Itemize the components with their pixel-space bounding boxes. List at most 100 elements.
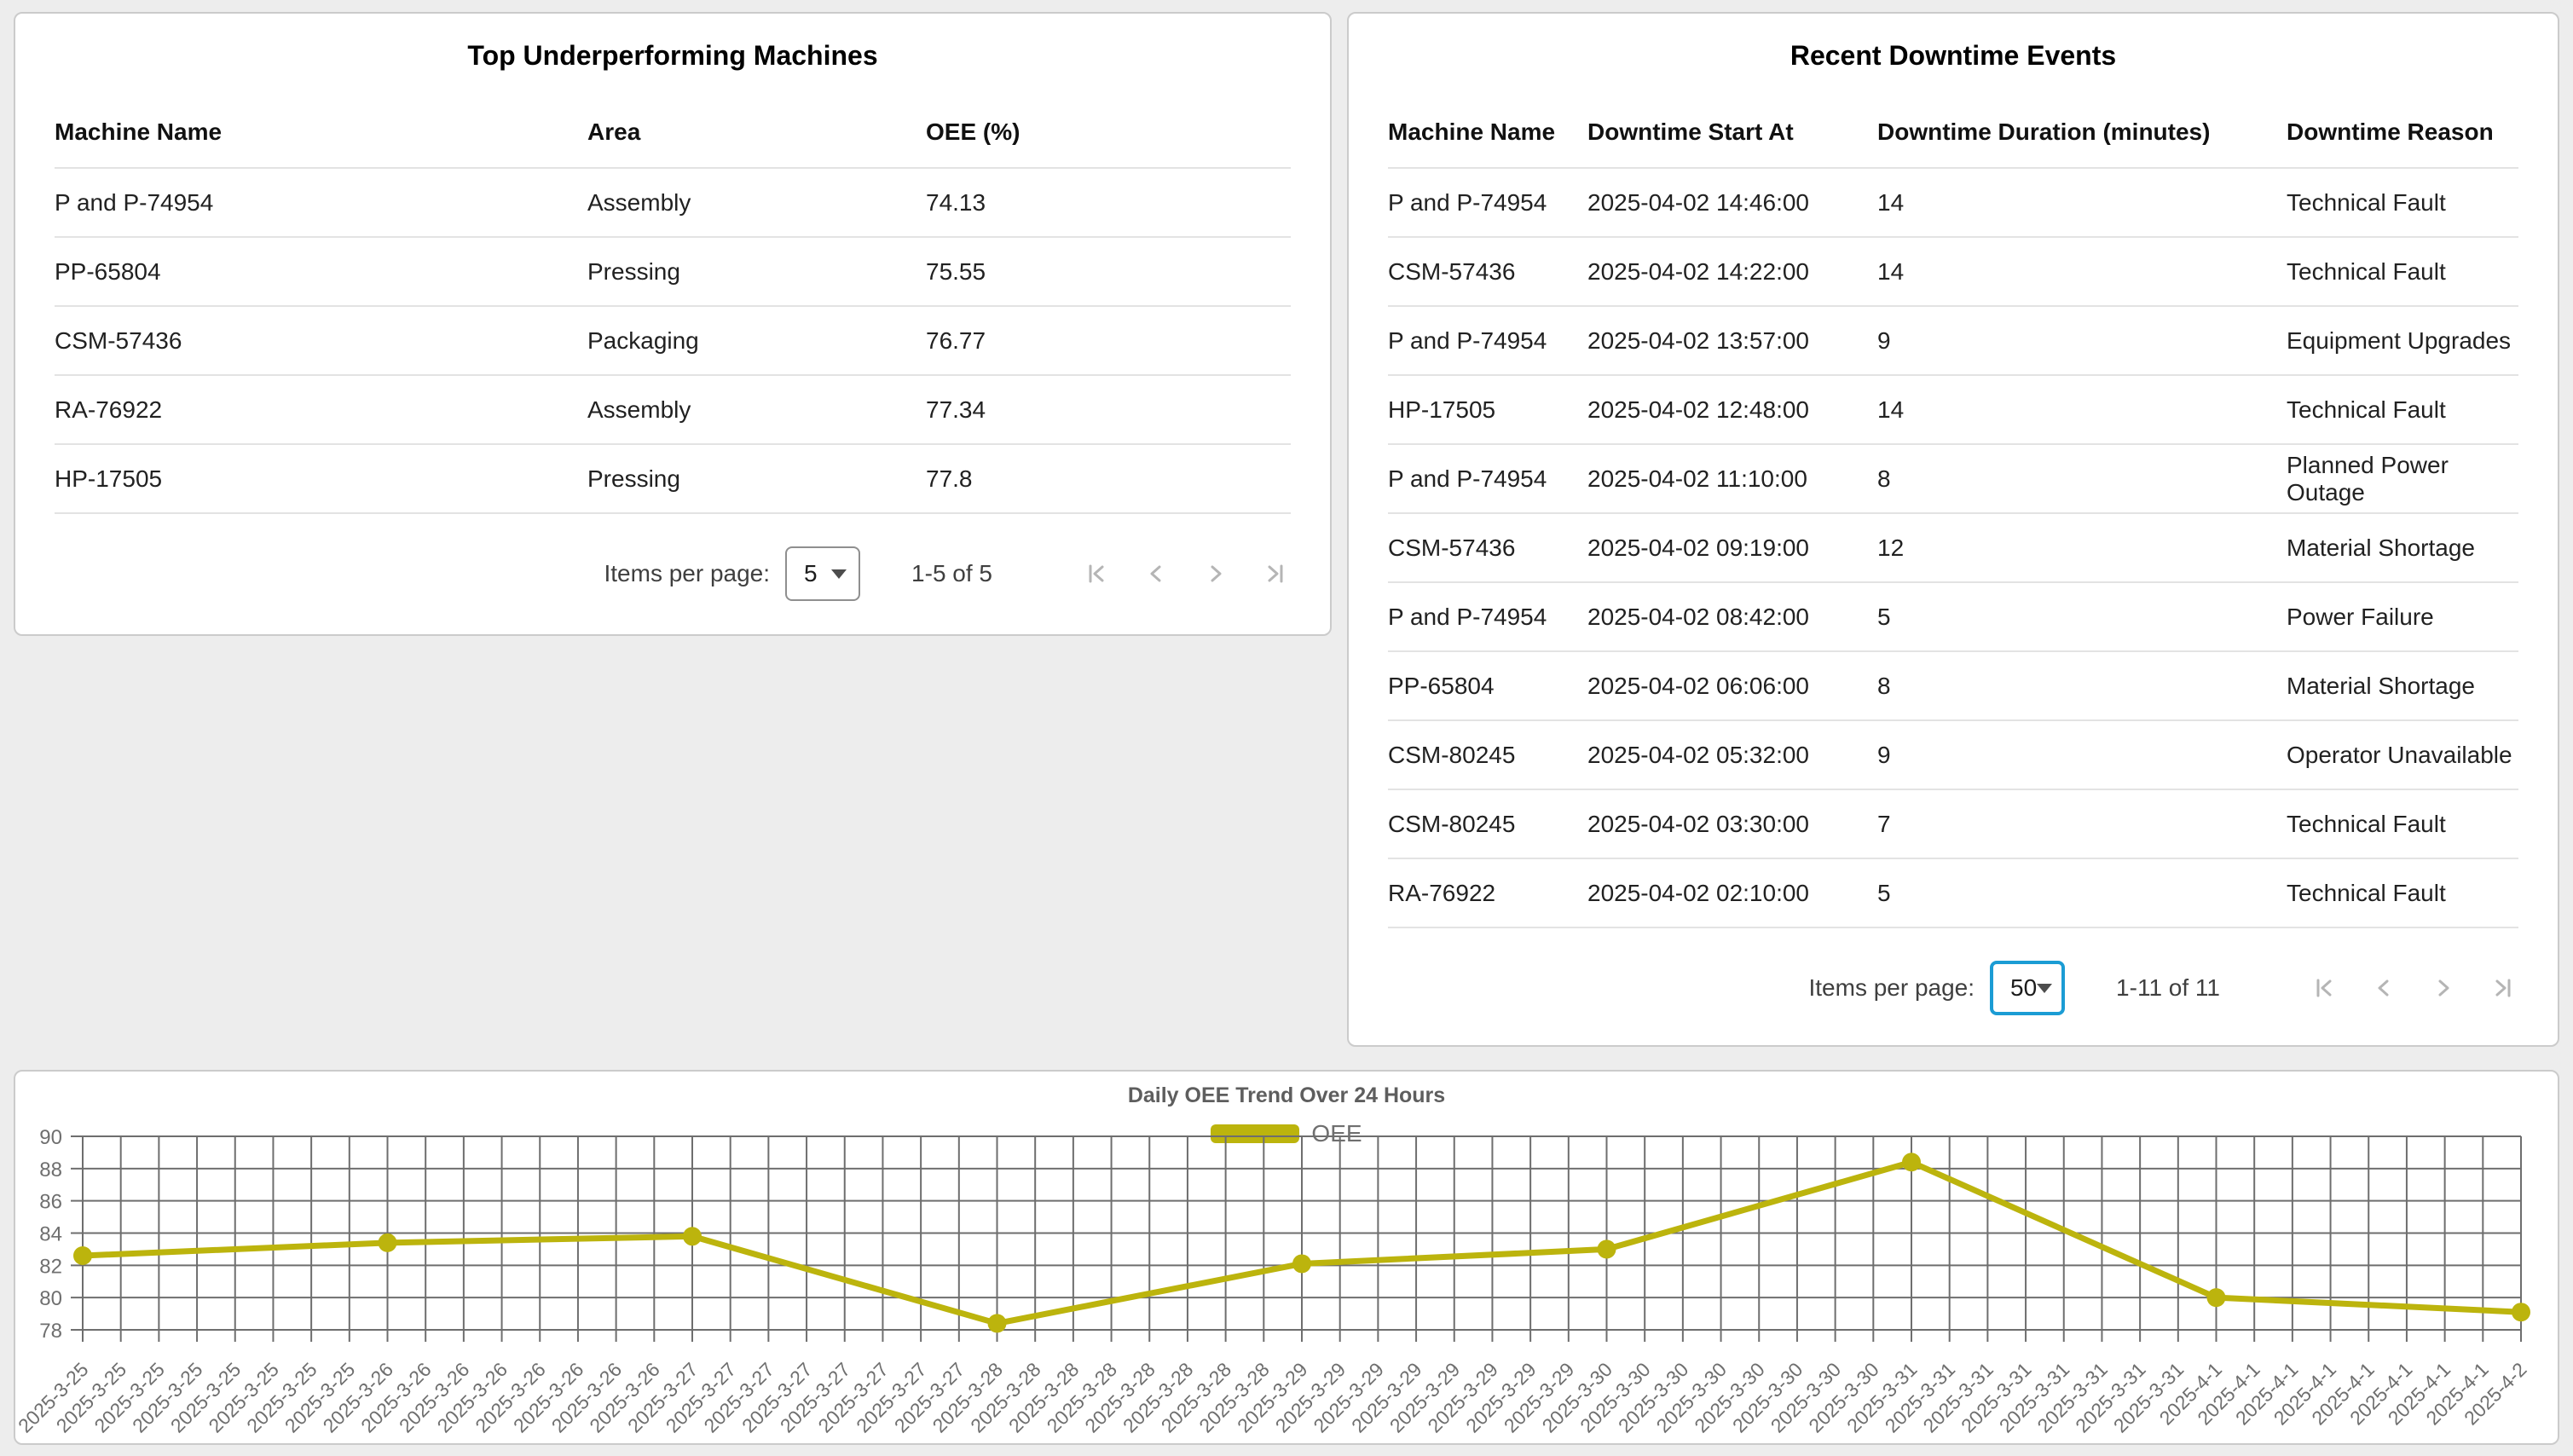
table-cell: Technical Fault [2287, 880, 2518, 907]
data-point-marker [2512, 1303, 2530, 1321]
table-cell: Technical Fault [2287, 189, 2518, 217]
data-point-marker [379, 1234, 397, 1252]
table-cell: 2025-04-02 14:22:00 [1587, 258, 1877, 286]
items-per-page-select[interactable]: 50 [1990, 961, 2065, 1015]
chevron-left-icon [1141, 558, 1171, 589]
table-cell: 14 [1877, 396, 2287, 424]
column-header: Machine Name [1388, 118, 1587, 146]
column-header: Downtime Reason [2287, 118, 2518, 146]
table-cell: 74.13 [926, 189, 1291, 217]
table-cell: CSM-57436 [1388, 258, 1587, 286]
table-cell: 9 [1877, 327, 2287, 355]
table-cell: Material Shortage [2287, 534, 2518, 562]
data-point-marker [73, 1246, 92, 1265]
daily-oee-trend-panel: Daily OEE Trend Over 24 Hours OEE 788082… [14, 1070, 2559, 1445]
panel-title: Top Underperforming Machines [15, 14, 1330, 70]
table-cell: PP-65804 [55, 258, 587, 286]
table-cell: Pressing [587, 465, 926, 493]
table-row: RA-76922Assembly77.34 [55, 376, 1291, 445]
table-cell: 2025-04-02 12:48:00 [1587, 396, 1877, 424]
table-body: P and P-74954Assembly74.13PP-65804Pressi… [55, 169, 1291, 514]
items-per-page-label: Items per page: [1808, 974, 1975, 1002]
table-cell: P and P-74954 [1388, 465, 1587, 493]
table-row: P and P-749542025-04-02 11:10:008Planned… [1388, 445, 2518, 514]
first-page-icon [1081, 558, 1112, 589]
table-cell: CSM-80245 [1388, 811, 1587, 838]
data-point-marker [2207, 1288, 2226, 1307]
table-cell: 77.8 [926, 465, 1291, 493]
table-cell: Assembly [587, 189, 926, 217]
top-underperforming-machines-panel: Top Underperforming Machines Machine Nam… [14, 12, 1332, 636]
table-cell: P and P-74954 [1388, 327, 1587, 355]
table-cell: Packaging [587, 327, 926, 355]
next-page-button[interactable] [1200, 558, 1231, 589]
table-cell: 8 [1877, 673, 2287, 700]
table-cell: 2025-04-02 05:32:00 [1587, 742, 1877, 769]
table-cell: 8 [1877, 465, 2287, 493]
previous-page-button[interactable] [2368, 973, 2399, 1003]
last-page-button[interactable] [2488, 973, 2518, 1003]
table-body: P and P-749542025-04-02 14:46:0014Techni… [1388, 169, 2518, 928]
column-header: Machine Name [55, 118, 587, 146]
oee-trend-chart: 788082848688902025-3-252025-3-252025-3-2… [15, 1072, 2556, 1442]
table-row: CSM-574362025-04-02 14:22:0014Technical … [1388, 238, 2518, 307]
caret-down-icon [831, 569, 847, 579]
page-range-label: 1-11 of 11 [2116, 974, 2220, 1002]
y-axis-tick-label: 78 [39, 1320, 62, 1343]
table-cell: PP-65804 [1388, 673, 1587, 700]
data-point-marker [988, 1314, 1007, 1332]
table-row: RA-769222025-04-02 02:10:005Technical Fa… [1388, 859, 2518, 928]
table-cell: P and P-74954 [55, 189, 587, 217]
y-axis-tick-label: 82 [39, 1255, 62, 1278]
table-cell: 12 [1877, 534, 2287, 562]
table-row: CSM-802452025-04-02 03:30:007Technical F… [1388, 790, 2518, 859]
data-point-marker [1598, 1239, 1616, 1258]
y-axis-tick-label: 86 [39, 1191, 62, 1214]
data-point-marker [1902, 1153, 1921, 1171]
table-row: CSM-802452025-04-02 05:32:009Operator Un… [1388, 721, 2518, 790]
panel-title: Recent Downtime Events [1349, 14, 2558, 70]
table-cell: CSM-57436 [1388, 534, 1587, 562]
y-axis-tick-label: 88 [39, 1158, 62, 1182]
table-cell: 14 [1877, 189, 2287, 217]
table-row: CSM-57436Packaging76.77 [55, 307, 1291, 376]
table-cell: 2025-04-02 13:57:00 [1587, 327, 1877, 355]
items-per-page-value: 50 [2010, 974, 2037, 1002]
last-page-button[interactable] [1260, 558, 1291, 589]
table-cell: Assembly [587, 396, 926, 424]
table-cell: HP-17505 [1388, 396, 1587, 424]
table-cell: Planned Power Outage [2287, 452, 2518, 506]
table-row: HP-17505Pressing77.8 [55, 445, 1291, 514]
data-point-marker [1292, 1254, 1311, 1273]
table-cell: 2025-04-02 14:46:00 [1587, 189, 1877, 217]
column-header: Downtime Start At [1587, 118, 1877, 146]
caret-down-icon [2037, 984, 2052, 993]
table-cell: Technical Fault [2287, 811, 2518, 838]
table-cell: Operator Unavailable [2287, 742, 2518, 769]
table-row: P and P-749542025-04-02 08:42:005Power F… [1388, 583, 2518, 652]
table-cell: Equipment Upgrades [2287, 327, 2518, 355]
last-page-icon [2488, 973, 2518, 1003]
items-per-page-value: 5 [804, 560, 818, 587]
chevron-right-icon [1200, 558, 1231, 589]
table-row: PP-658042025-04-02 06:06:008Material Sho… [1388, 652, 2518, 721]
table-cell: 2025-04-02 08:42:00 [1587, 604, 1877, 631]
table-cell: 2025-04-02 02:10:00 [1587, 880, 1877, 907]
table-cell: P and P-74954 [1388, 604, 1587, 631]
column-header: OEE (%) [926, 118, 1291, 146]
column-header: Area [587, 118, 926, 146]
next-page-button[interactable] [2428, 973, 2459, 1003]
table-row: CSM-574362025-04-02 09:19:0012Material S… [1388, 514, 2518, 583]
first-page-button[interactable] [1081, 558, 1112, 589]
table-cell: 75.55 [926, 258, 1291, 286]
table-header-row: Machine NameDowntime Start AtDowntime Du… [1388, 97, 2518, 169]
first-page-button[interactable] [2309, 973, 2339, 1003]
table-cell: 2025-04-02 06:06:00 [1587, 673, 1877, 700]
y-axis-tick-label: 84 [39, 1223, 62, 1246]
table-cell: 5 [1877, 880, 2287, 907]
first-page-icon [2309, 973, 2339, 1003]
table-cell: 2025-04-02 03:30:00 [1587, 811, 1877, 838]
items-per-page-select[interactable]: 5 [785, 546, 860, 601]
y-axis-tick-label: 90 [39, 1126, 62, 1149]
previous-page-button[interactable] [1141, 558, 1171, 589]
